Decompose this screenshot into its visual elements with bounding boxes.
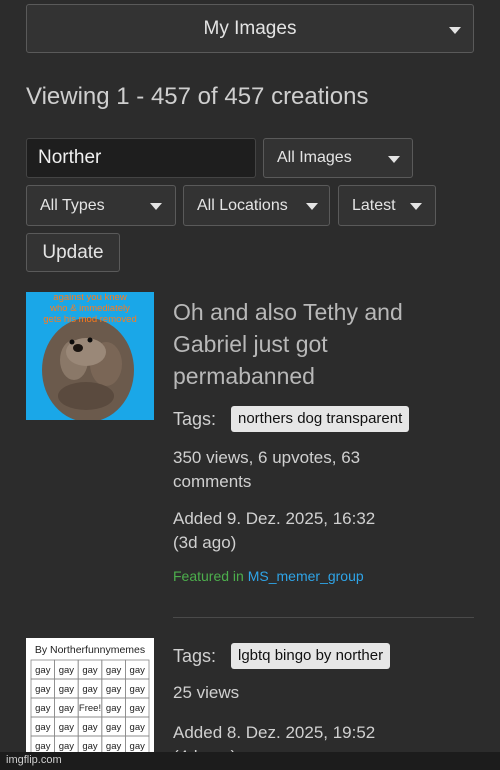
chevron-down-icon (388, 156, 400, 163)
item-title-line: permabanned (173, 363, 315, 389)
item-thumbnail-bingo[interactable]: By Northerfunnymemes gay gay gay gay gay gay g… (26, 638, 154, 758)
item-title[interactable]: Oh and also Tethy and Gabriel just got p… (173, 296, 403, 392)
types-select[interactable]: All Types (26, 185, 176, 226)
bingo-cell-text: Free! (79, 703, 101, 714)
bingo-cell-text: gay (35, 665, 51, 676)
stats-line: comments (173, 472, 252, 491)
bingo-cell-text: gay (106, 741, 122, 752)
added-date: Added 9. Dez. 2025, 16:32 (173, 509, 376, 528)
bingo-cell-text: gay (130, 684, 146, 695)
thumb-caption-line1: against you knew (53, 292, 127, 303)
item-thumbnail-dog[interactable]: against you knew who & immediately gets … (26, 292, 154, 420)
my-images-dropdown[interactable]: My Images (26, 4, 474, 53)
bingo-cell-text: gay (59, 684, 75, 695)
bingo-cell-text: gay (130, 703, 146, 714)
item-divider (173, 617, 474, 618)
bingo-cell-text: gay (106, 665, 122, 676)
featured-line: Featured in MS_memer_group (173, 568, 364, 584)
chevron-down-icon (306, 203, 318, 210)
bingo-cell-text: gay (35, 684, 51, 695)
tag-chip[interactable]: lgbtq bingo by norther (231, 643, 391, 669)
bingo-header: By Northerfunnymemes (35, 644, 145, 656)
tags-label: Tags: (173, 409, 217, 429)
bingo-cell-text: gay (59, 741, 75, 752)
bingo-cell-text: gay (59, 722, 75, 733)
images-select-label: All Images (277, 149, 352, 166)
item-title-line: Oh and also Tethy and (173, 299, 403, 325)
search-input[interactable]: Norther (26, 138, 256, 178)
bingo-cell-text: gay (35, 703, 51, 714)
tags-label: Tags: (173, 646, 217, 666)
watermark-bar: imgflip.com (0, 752, 500, 770)
stats-line: 25 views (173, 683, 240, 702)
bingo-cell-text: gay (82, 722, 98, 733)
bingo-cell-text: gay (59, 665, 75, 676)
stats-line: 350 views, 6 upvotes, 63 (173, 448, 361, 467)
featured-group-link[interactable]: MS_memer_group (248, 568, 364, 584)
bingo-cell-text: gay (35, 741, 51, 752)
sort-select[interactable]: Latest (338, 185, 436, 226)
featured-prefix: Featured in (173, 568, 244, 584)
images-select[interactable]: All Images (263, 138, 413, 178)
bingo-cell-text: gay (106, 722, 122, 733)
chevron-down-icon (449, 27, 461, 34)
bingo-cell-text: gay (82, 684, 98, 695)
watermark: imgflip.com (6, 754, 62, 766)
sort-select-label: Latest (352, 196, 396, 214)
bingo-cell-text: gay (82, 741, 98, 752)
item-stats: 350 views, 6 upvotes, 63 comments (173, 446, 360, 494)
bingo-cell-text: gay (106, 684, 122, 695)
thumb-caption-line3: gets his mod removed (43, 314, 136, 325)
bingo-cell-text: gay (130, 665, 146, 676)
thumb-caption-line2: who & immediately (49, 303, 130, 314)
update-button[interactable]: Update (26, 233, 120, 272)
chevron-down-icon (150, 203, 162, 210)
locations-select-label: All Locations (197, 196, 288, 214)
tag-chip[interactable]: northers dog transparent (231, 406, 410, 432)
item-title-line: Gabriel just got (173, 331, 328, 357)
bingo-cell-text: gay (106, 703, 122, 714)
bingo-cell-text: gay (130, 741, 146, 752)
search-value: Norther (38, 147, 102, 168)
item-added: Added 9. Dez. 2025, 16:32 (3d ago) (173, 507, 375, 555)
bingo-cell-text: gay (59, 703, 75, 714)
results-summary: Viewing 1 - 457 of 457 creations (26, 83, 369, 110)
bingo-cell-text: gay (82, 665, 98, 676)
locations-select[interactable]: All Locations (183, 185, 330, 226)
added-ago: (3d ago) (173, 533, 237, 552)
bingo-cell-text: gay (130, 722, 146, 733)
types-select-label: All Types (40, 196, 105, 214)
chevron-down-icon (410, 203, 422, 210)
my-images-label: My Images (203, 17, 297, 39)
update-button-label: Update (42, 241, 104, 263)
bingo-cell-text: gay (35, 722, 51, 733)
added-date: Added 8. Dez. 2025, 19:52 (173, 723, 376, 742)
